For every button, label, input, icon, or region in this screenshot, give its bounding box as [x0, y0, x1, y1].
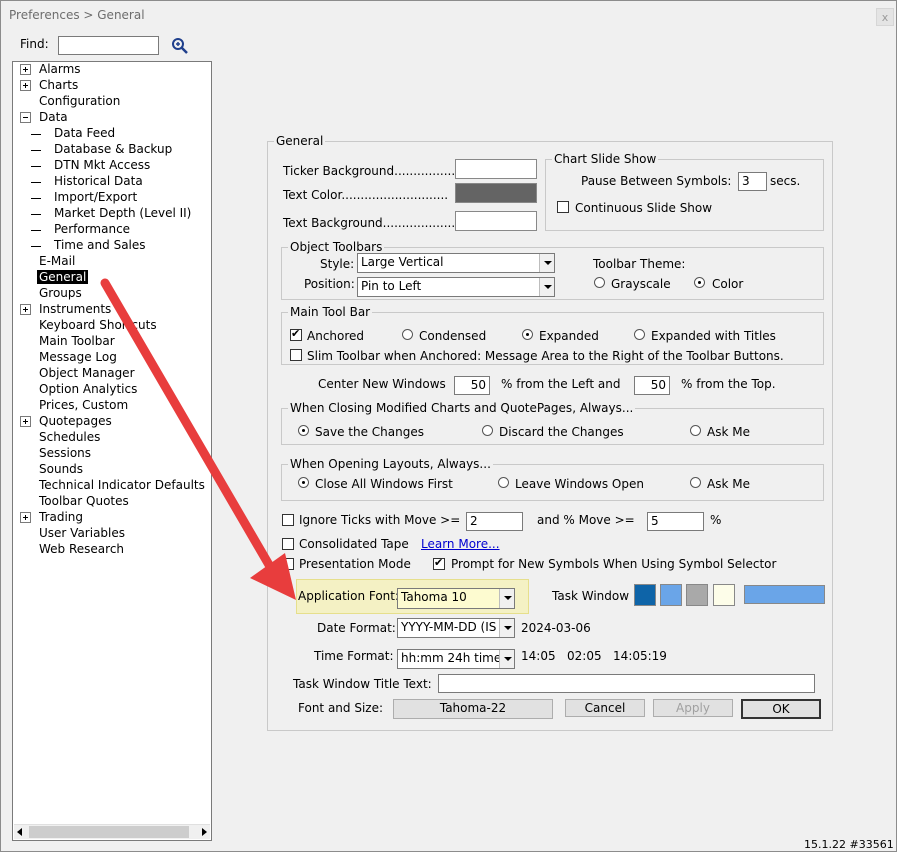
version-label: 15.1.22 #33561	[804, 838, 894, 851]
annotation-arrow	[100, 278, 296, 600]
